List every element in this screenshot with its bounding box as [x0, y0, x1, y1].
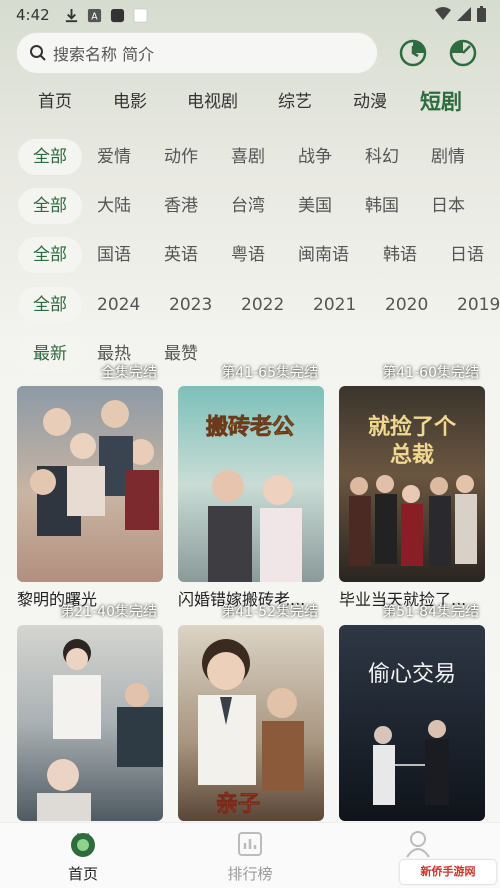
tab-tv-series[interactable]: 电视剧	[187, 84, 238, 120]
download-manager-icon[interactable]	[448, 38, 478, 68]
nav-home[interactable]: 首页	[33, 829, 133, 885]
episode-badge: 全集完结	[101, 365, 157, 381]
episode-badge: 第21-40集完结	[60, 604, 157, 620]
genre-chip[interactable]: 动作	[164, 139, 198, 175]
sort-chip[interactable]: 最赞	[164, 336, 198, 372]
region-chip[interactable]: 台湾	[231, 188, 265, 224]
tab-short-drama[interactable]: 短剧	[420, 84, 462, 120]
poster-image: 搬砖老公	[178, 386, 324, 582]
history-icon[interactable]	[398, 38, 428, 68]
region-chip[interactable]: 美国	[298, 188, 332, 224]
category-tabs: 首页 电影 电视剧 综艺 动漫 短剧	[0, 84, 500, 120]
language-chip[interactable]: 国语	[97, 237, 131, 273]
poster-title: 偷心交易	[368, 662, 456, 687]
signal-icon	[457, 7, 471, 21]
year-chip[interactable]: 2024	[97, 287, 140, 323]
notification-icons: A	[64, 7, 148, 23]
search-input[interactable]: 搜索名称 简介	[16, 32, 378, 74]
app-a-icon: A	[87, 8, 101, 22]
poster-image	[17, 386, 163, 582]
tab-movie[interactable]: 电影	[113, 84, 147, 120]
nav-label: 首页	[67, 865, 98, 883]
svg-text:就捡了个: 就捡了个	[368, 414, 457, 440]
language-all-chip[interactable]: 全部	[18, 237, 82, 273]
svg-text:A: A	[91, 11, 98, 22]
episode-badge: 第41-52集完结	[221, 604, 318, 620]
poster-people: 偷心交易	[368, 662, 456, 805]
poster-people: 搬砖老公	[206, 414, 302, 582]
genre-chip[interactable]: 战争	[298, 139, 332, 175]
genre-chip[interactable]: 剧情	[431, 139, 465, 175]
sort-latest-chip[interactable]: 最新	[18, 336, 82, 372]
wifi-icon	[435, 7, 451, 20]
poster-image: 就捡了个 总裁	[339, 386, 485, 582]
year-chip[interactable]: 2023	[169, 287, 212, 323]
region-chip[interactable]: 大陆	[97, 188, 131, 224]
poster-image: 偷心交易	[339, 625, 485, 821]
region-chip[interactable]: 日本	[431, 188, 465, 224]
language-chip[interactable]: 粤语	[231, 237, 265, 273]
svg-text:搬砖老公: 搬砖老公	[206, 414, 294, 440]
poster-people: 亲子	[198, 639, 304, 817]
status-time: 4:42	[16, 6, 50, 24]
episode-badge: 第41-65集完结	[221, 365, 318, 381]
episode-badge: 第51-84集完结	[382, 604, 479, 620]
region-all-chip[interactable]: 全部	[18, 188, 82, 224]
site-watermark: 新侨手游网	[400, 860, 496, 884]
bottom-navigation: 首页 排行榜 新侨手游网	[0, 822, 500, 888]
poster-people: 就捡了个 总裁	[349, 414, 477, 566]
year-chip[interactable]: 2020	[385, 287, 428, 323]
app-square-icon	[110, 8, 124, 22]
episode-badge: 第41-60集完结	[382, 365, 479, 381]
year-all-chip[interactable]: 全部	[18, 287, 82, 323]
svg-text:亲子: 亲子	[216, 792, 260, 817]
poster-image: 亲子	[178, 625, 324, 821]
tab-home[interactable]: 首页	[38, 84, 72, 120]
language-chip[interactable]: 闽南语	[298, 237, 349, 273]
year-chip[interactable]: 2021	[313, 287, 356, 323]
language-chip[interactable]: 日语	[450, 237, 484, 273]
genre-filter-row: 全部 爱情 动作 喜剧 战争 科幻 剧情	[0, 139, 500, 175]
app-white-icon	[133, 7, 148, 23]
region-filter-row: 全部 大陆 香港 台湾 美国 韩国 日本	[0, 188, 500, 224]
download-icon	[65, 8, 77, 22]
poster-people	[30, 400, 159, 536]
profile-icon	[406, 831, 430, 858]
poster-image	[17, 625, 163, 821]
language-chip[interactable]: 英语	[164, 237, 198, 273]
genre-chip[interactable]: 爱情	[97, 139, 131, 175]
svg-text:总裁: 总裁	[390, 442, 434, 468]
status-bar: 4:42 A	[0, 0, 500, 30]
genre-chip[interactable]: 科幻	[365, 139, 399, 175]
genre-chip[interactable]: 喜剧	[231, 139, 265, 175]
system-icons	[435, 6, 486, 22]
language-chip[interactable]: 韩语	[383, 237, 417, 273]
home-icon	[71, 833, 95, 857]
battery-icon	[477, 6, 486, 22]
tab-variety[interactable]: 综艺	[278, 84, 312, 120]
poster-people	[37, 639, 163, 821]
region-chip[interactable]: 韩国	[365, 188, 399, 224]
language-filter-row: 全部 国语 英语 粤语 闽南语 韩语 日语	[0, 237, 500, 273]
region-chip[interactable]: 香港	[164, 188, 198, 224]
year-filter-row: 全部 2024 2023 2022 2021 2020 2019	[0, 287, 500, 323]
tab-anime[interactable]: 动漫	[353, 84, 387, 120]
year-chip[interactable]: 2019	[457, 287, 500, 323]
year-chip[interactable]: 2022	[241, 287, 284, 323]
genre-all-chip[interactable]: 全部	[18, 139, 82, 175]
search-icon	[30, 45, 46, 61]
nav-label: 排行榜	[227, 865, 273, 883]
nav-ranking[interactable]: 排行榜	[200, 829, 300, 885]
search-placeholder: 搜索名称 简介	[53, 45, 155, 64]
ranking-icon	[238, 832, 262, 856]
